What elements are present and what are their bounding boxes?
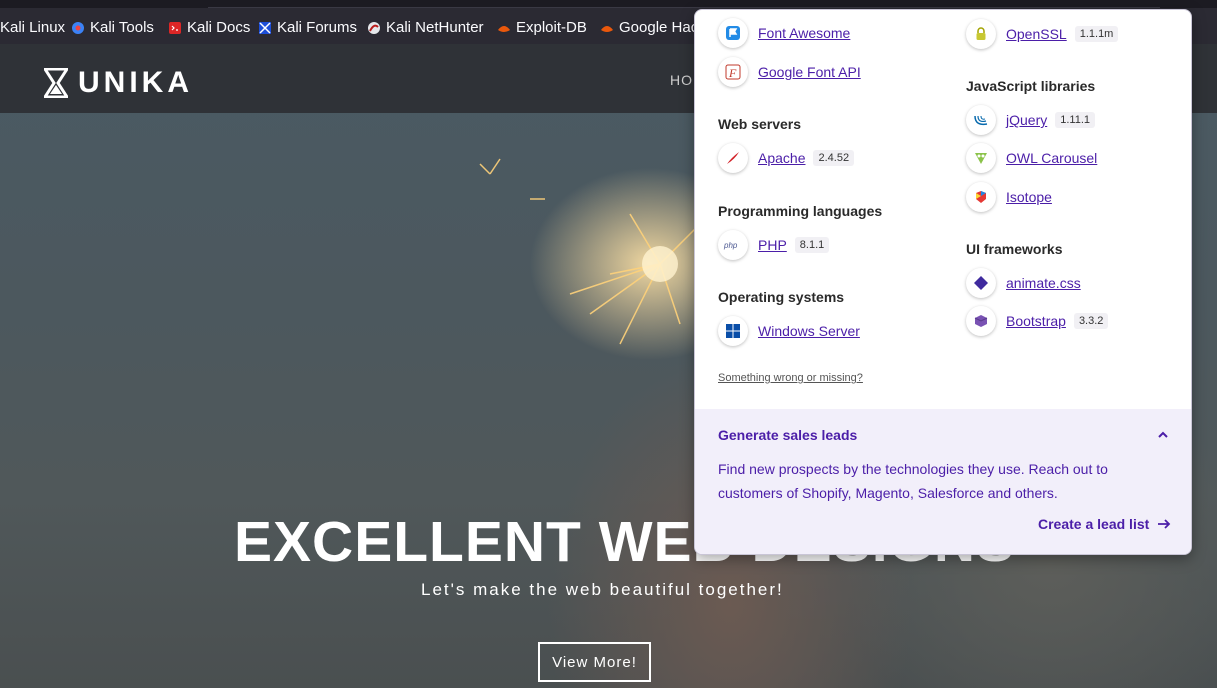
tech-name: OpenSSL xyxy=(1006,26,1067,42)
svg-text:F: F xyxy=(728,66,737,80)
tech-name: jQuery xyxy=(1006,112,1048,128)
leads-cta-label: Create a lead list xyxy=(1038,516,1150,532)
leads-title: Generate sales leads xyxy=(718,427,858,443)
leads-description: Find new prospects by the technologies t… xyxy=(718,461,1108,501)
hero-subtitle: Let's make the web beautiful together! xyxy=(421,580,784,599)
tech-item-openssl[interactable]: OpenSSL 1.1.1m xyxy=(966,19,1119,49)
tech-item-jquery[interactable]: jQuery 1.11.1 xyxy=(966,105,1096,135)
view-more-button[interactable]: View More! xyxy=(538,642,651,682)
create-lead-list-link[interactable]: Create a lead list xyxy=(1038,516,1171,532)
tech-version: 8.1.1 xyxy=(794,237,830,253)
category-heading-javascript-libraries: JavaScript libraries xyxy=(966,78,1096,94)
bookmark-label: Kali Linux xyxy=(0,19,66,36)
bookmark-exploit-db[interactable]: Exploit-DB xyxy=(497,19,587,36)
tech-item-apache[interactable]: Apache 2.4.52 xyxy=(718,143,855,173)
bookmark-label: Google Hac xyxy=(619,19,699,36)
tech-item-bootstrap[interactable]: Bootstrap 3.3.2 xyxy=(966,306,1109,336)
owl-carousel-icon xyxy=(966,143,996,173)
bookmark-google-hacking[interactable]: Google Hac xyxy=(600,19,698,36)
tech-item-php[interactable]: php PHP 8.1.1 xyxy=(718,230,830,260)
sparkler-image xyxy=(479,158,701,345)
tech-item-font-awesome[interactable]: Font Awesome xyxy=(718,18,850,48)
category-heading-operating-systems: Operating systems xyxy=(718,289,845,305)
chevron-up-icon[interactable] xyxy=(1155,427,1171,443)
tech-item-owl-carousel[interactable]: OWL Carousel xyxy=(966,143,1097,173)
tech-name: animate.css xyxy=(1006,275,1081,291)
bookmark-kali-tools[interactable]: Kali Tools xyxy=(71,19,154,36)
svg-text:php: php xyxy=(723,241,738,250)
tech-item-animate-css[interactable]: animate.css xyxy=(966,268,1081,298)
nav-home-link[interactable]: HO xyxy=(670,72,693,88)
logo-text: UNIKA xyxy=(78,66,193,99)
tech-item-google-font-api[interactable]: F Google Font API xyxy=(718,57,861,87)
tech-item-windows-server[interactable]: Windows Server xyxy=(718,316,860,346)
tech-name: Isotope xyxy=(1006,189,1052,205)
font-awesome-icon xyxy=(718,18,748,48)
tech-version: 2.4.52 xyxy=(813,150,855,166)
bookmark-kali-linux[interactable]: Kali Linux xyxy=(0,19,65,36)
google-hacking-icon xyxy=(601,25,613,32)
kali-docs-icon xyxy=(169,21,181,34)
arrow-right-icon xyxy=(1158,519,1171,529)
tech-version: 1.1.1m xyxy=(1074,26,1119,42)
openssl-icon xyxy=(966,19,996,49)
something-wrong-link[interactable]: Something wrong or missing? xyxy=(718,372,863,384)
tech-name: OWL Carousel xyxy=(1006,150,1098,166)
bookmark-label: Kali Tools xyxy=(90,19,154,36)
php-icon: php xyxy=(718,230,748,260)
bookmark-label: Kali Forums xyxy=(277,19,358,36)
tech-version: 3.3.2 xyxy=(1073,313,1109,329)
tech-name: Apache xyxy=(758,150,806,166)
hourglass-logo-icon xyxy=(44,68,68,98)
bookmark-label: Kali NetHunter xyxy=(386,19,484,36)
tech-name: Font Awesome xyxy=(758,25,851,41)
isotope-icon xyxy=(966,182,996,212)
site-logo[interactable]: UNIKA xyxy=(44,66,193,100)
bookmark-label: Kali Docs xyxy=(187,19,251,36)
tech-name: Windows Server xyxy=(758,323,860,339)
url-bar[interactable] xyxy=(208,0,1160,8)
bookmark-kali-forums[interactable]: Kali Forums xyxy=(258,19,357,36)
exploit-db-icon xyxy=(498,25,510,32)
animate-css-icon xyxy=(966,268,996,298)
windows-icon xyxy=(718,316,748,346)
category-heading-ui-frameworks: UI frameworks xyxy=(966,241,1063,257)
category-heading-web-servers: Web servers xyxy=(718,116,802,132)
bookmark-label: Exploit-DB xyxy=(516,19,587,36)
bookmark-kali-nethunter[interactable]: Kali NetHunter xyxy=(367,19,484,36)
tech-item-isotope[interactable]: Isotope xyxy=(966,182,1052,212)
tech-version: 1.11.1 xyxy=(1055,112,1096,128)
sales-leads-panel: Generate sales leads Find new prospects … xyxy=(695,409,1191,554)
nethunter-icon xyxy=(368,21,380,34)
google-font-icon: F xyxy=(718,57,748,87)
jquery-icon xyxy=(966,105,996,135)
bookmark-kali-docs[interactable]: Kali Docs xyxy=(168,19,250,36)
tech-name: PHP xyxy=(758,237,787,253)
kali-forums-icon xyxy=(259,21,271,34)
toolbar-top-strip xyxy=(0,0,1217,8)
bootstrap-icon xyxy=(966,306,996,336)
technology-popup: Font Awesome F Google Font API Web serve… xyxy=(694,9,1192,555)
category-heading-programming-languages: Programming languages xyxy=(718,203,883,219)
apache-icon xyxy=(718,143,748,173)
kali-tools-icon xyxy=(72,21,84,34)
tech-name: Google Font API xyxy=(758,64,861,80)
tech-name: Bootstrap xyxy=(1006,313,1066,329)
